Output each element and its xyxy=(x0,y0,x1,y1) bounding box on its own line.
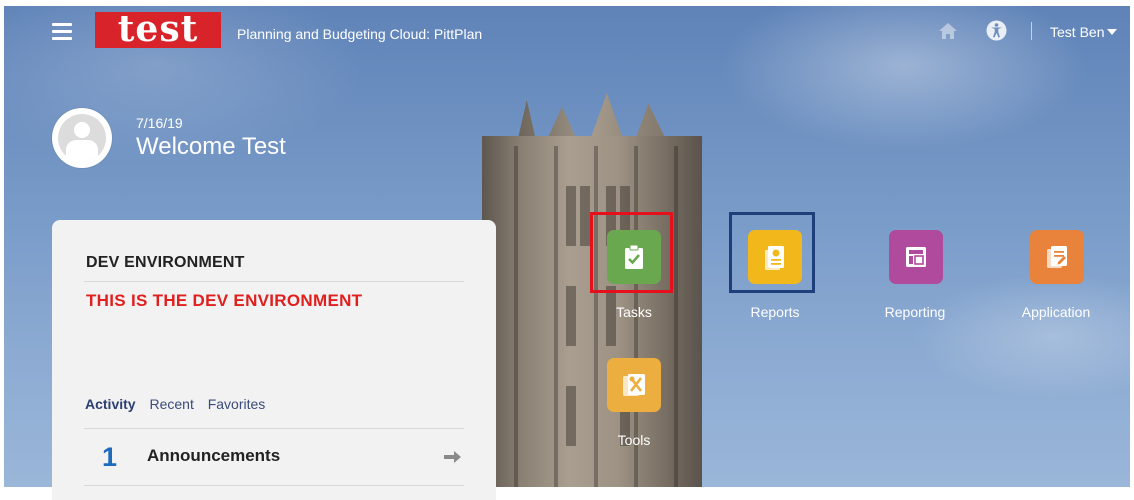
tile-reports-label[interactable]: Reports xyxy=(715,304,835,320)
tile-tasks-label[interactable]: Tasks xyxy=(574,304,694,320)
welcome-greeting: Welcome Test xyxy=(136,133,286,160)
arrow-right-icon[interactable] xyxy=(444,450,462,464)
divider xyxy=(84,281,464,282)
tab-favorites[interactable]: Favorites xyxy=(208,396,266,412)
tile-reports[interactable] xyxy=(748,230,802,284)
avatar[interactable] xyxy=(52,108,112,168)
tile-reporting-label[interactable]: Reporting xyxy=(855,304,975,320)
accessibility-icon[interactable] xyxy=(986,20,1007,41)
tile-application[interactable] xyxy=(1030,230,1084,284)
header-separator xyxy=(1031,22,1032,40)
tools-icon xyxy=(623,374,645,396)
tab-activity[interactable]: Activity xyxy=(85,396,136,412)
user-menu[interactable]: Test Ben xyxy=(1050,24,1118,40)
reporting-icon xyxy=(906,247,926,267)
announcement-count: 1 xyxy=(102,442,118,472)
logo[interactable]: test xyxy=(95,11,221,48)
divider xyxy=(84,485,464,486)
report-document-icon xyxy=(765,246,784,270)
caret-down-icon xyxy=(1107,29,1118,35)
clipboard-check-icon xyxy=(625,244,643,269)
tile-reporting[interactable] xyxy=(889,230,943,284)
tile-tasks[interactable] xyxy=(607,230,661,284)
application-icon xyxy=(1047,246,1067,268)
welcome-date: 7/16/19 xyxy=(136,115,183,131)
home-icon[interactable] xyxy=(938,21,958,41)
tile-application-label[interactable]: Application xyxy=(996,304,1116,320)
panel-tabs: Activity Recent Favorites xyxy=(85,396,275,412)
announcements-link[interactable]: Announcements xyxy=(147,446,280,466)
divider xyxy=(84,428,464,429)
user-name: Test Ben xyxy=(1050,24,1105,40)
dev-environment-message: THIS IS THE DEV ENVIRONMENT xyxy=(86,291,363,310)
panel-heading: DEV ENVIRONMENT xyxy=(86,254,245,271)
app-title: Planning and Budgeting Cloud: PittPlan xyxy=(237,26,483,42)
tile-tools-label[interactable]: Tools xyxy=(574,432,694,448)
announcements-panel: DEV ENVIRONMENT THIS IS THE DEV ENVIRONM… xyxy=(52,220,496,500)
menu-icon[interactable] xyxy=(52,23,72,44)
tab-recent[interactable]: Recent xyxy=(149,396,193,412)
tile-tools[interactable] xyxy=(607,358,661,412)
